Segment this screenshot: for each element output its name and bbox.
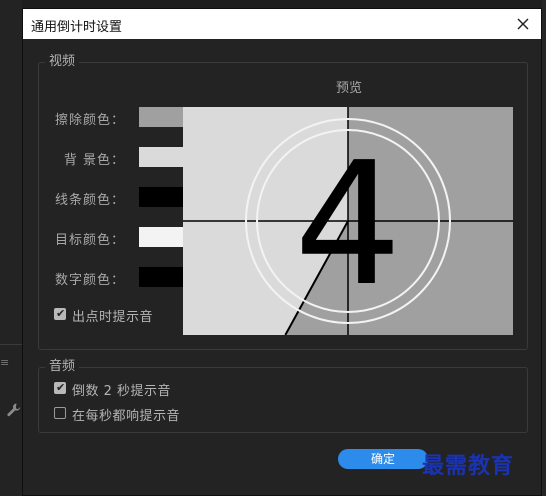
line-color-row: 线条颜色： bbox=[39, 187, 199, 209]
target-color-label: 目标颜色： bbox=[54, 233, 125, 248]
audio-group-legend: 音频 bbox=[45, 359, 80, 375]
countdown-2s-beep-box[interactable]: ✔ bbox=[54, 381, 66, 394]
wrench-icon[interactable] bbox=[6, 402, 22, 418]
background-color-label: 背 景色： bbox=[63, 153, 125, 168]
ok-button[interactable]: 确定 bbox=[338, 449, 428, 469]
dialog-titlebar: 通用倒计时设置 bbox=[23, 9, 541, 39]
digit-color-row: 数字颜色： bbox=[39, 267, 199, 289]
hamburger-icon[interactable]: ≡ bbox=[0, 357, 12, 368]
countdown-preview-graphic: 4 bbox=[183, 107, 513, 335]
wipe-color-label: 擦除颜色： bbox=[54, 113, 125, 128]
beep-every-second-label: 在每秒都响提示音 bbox=[72, 409, 181, 424]
countdown-2s-beep-label: 倒数 2 秒提示音 bbox=[72, 384, 172, 399]
beep-every-second-box[interactable] bbox=[54, 407, 66, 419]
preview-label: 预览 bbox=[336, 81, 363, 96]
line-color-swatch[interactable] bbox=[139, 187, 189, 207]
watermark-logo: 最需教育 bbox=[422, 453, 515, 479]
target-color-swatch[interactable] bbox=[139, 227, 189, 247]
wipe-color-row: 擦除颜色： bbox=[39, 107, 199, 129]
digit-color-label: 数字颜色： bbox=[54, 273, 125, 288]
audio-group: 音频 ✔ 倒数 2 秒提示音 在每秒都响提示音 bbox=[38, 359, 528, 433]
countdown-settings-dialog: 通用倒计时设置 视频 擦除颜色： 背 景色： 线条颜色： 目标颜色： 数字颜色： bbox=[22, 8, 542, 496]
preview-digit: 4 bbox=[294, 126, 402, 324]
cue-at-out-checkbox-box[interactable]: ✔ bbox=[54, 307, 66, 320]
countdown-preview: 4 bbox=[183, 107, 513, 335]
wipe-color-swatch[interactable] bbox=[139, 107, 189, 127]
background-panel bbox=[0, 0, 22, 496]
background-color-row: 背 景色： bbox=[39, 147, 199, 169]
digit-color-swatch[interactable] bbox=[139, 267, 189, 287]
background-divider bbox=[0, 344, 22, 345]
background-color-swatch[interactable] bbox=[139, 147, 189, 167]
line-color-label: 线条颜色： bbox=[54, 193, 125, 208]
dialog-title: 通用倒计时设置 bbox=[31, 20, 123, 35]
checkmark-icon: ✔ bbox=[56, 307, 66, 320]
video-group-legend: 视频 bbox=[45, 54, 80, 70]
cue-at-out-label: 出点时提示音 bbox=[72, 310, 154, 325]
target-color-row: 目标颜色： bbox=[39, 227, 199, 249]
checkmark-icon: ✔ bbox=[56, 381, 66, 394]
background-edge bbox=[542, 0, 546, 496]
close-icon[interactable] bbox=[513, 14, 533, 34]
